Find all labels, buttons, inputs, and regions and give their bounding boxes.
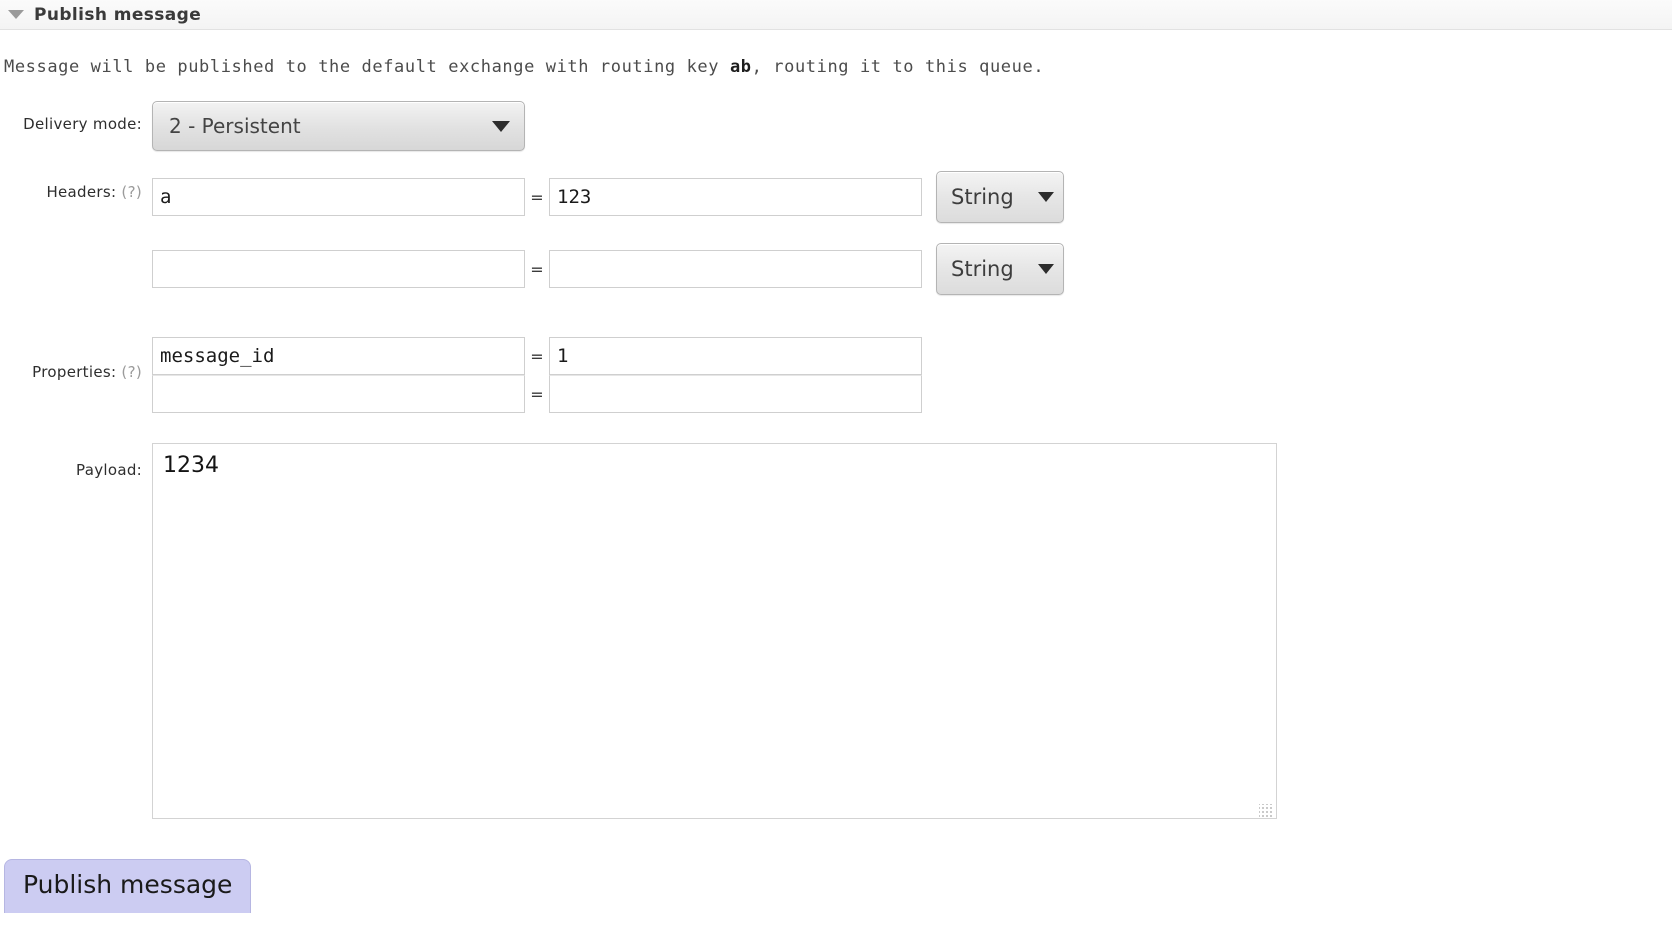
header-value-input-0[interactable] <box>549 178 922 216</box>
properties-help-icon[interactable]: (?) <box>121 363 142 381</box>
description-routing-key: ab <box>729 57 752 77</box>
description-suffix: , routing it to this queue. <box>751 57 1045 77</box>
header-value-input-1[interactable] <box>549 250 922 288</box>
headers-field-stack: = String = String <box>152 171 1064 295</box>
header-equals-0: = <box>530 187 544 207</box>
page-title: Publish message <box>34 4 202 25</box>
header-row: = String <box>152 243 1064 295</box>
payload-label: Payload: <box>76 461 142 479</box>
payload-textarea[interactable] <box>152 443 1277 819</box>
chevron-down-icon <box>492 120 510 132</box>
properties-field-stack: = = <box>152 337 922 413</box>
headers-label: Headers: (?) <box>0 171 152 201</box>
property-value-input-1[interactable] <box>549 375 922 413</box>
headers-help-icon[interactable]: (?) <box>121 183 142 201</box>
headers-row: Headers: (?) = String = String <box>0 171 1672 295</box>
publish-message-body: Message will be published to the default… <box>0 30 1672 913</box>
header-type-value-0: String <box>951 185 1014 209</box>
delivery-mode-row: Delivery mode: 2 - Persistent <box>0 101 1672 151</box>
delivery-mode-value: 2 - Persistent <box>169 114 301 138</box>
delivery-mode-label: Delivery mode: <box>23 115 142 133</box>
publish-message-form: Delivery mode: 2 - Persistent Headers: (… <box>0 101 1672 913</box>
header-type-select-0[interactable]: String <box>936 171 1064 223</box>
publish-description: Message will be published to the default… <box>0 30 1672 77</box>
property-equals-1: = <box>530 384 544 404</box>
property-equals-0: = <box>530 346 544 366</box>
property-row: = <box>152 337 922 375</box>
header-type-value-1: String <box>951 257 1014 281</box>
publish-message-section-header[interactable]: Publish message <box>0 0 1672 30</box>
properties-row: Properties: (?) = = <box>0 337 1672 413</box>
property-key-input-1[interactable] <box>152 375 525 413</box>
delivery-mode-select[interactable]: 2 - Persistent <box>152 101 525 151</box>
properties-label-text: Properties: <box>32 363 117 381</box>
publish-message-button[interactable]: Publish message <box>4 859 252 913</box>
header-row: = String <box>152 171 1064 223</box>
headers-label-text: Headers: <box>46 183 117 201</box>
publish-button-row: Publish message <box>0 859 1672 913</box>
header-key-input-0[interactable] <box>152 178 525 216</box>
header-key-input-1[interactable] <box>152 250 525 288</box>
header-equals-1: = <box>530 259 544 279</box>
property-row: = <box>152 375 922 413</box>
triangle-down-icon[interactable] <box>8 10 24 19</box>
chevron-down-icon <box>1038 192 1054 202</box>
description-prefix: Message will be published to the default… <box>4 57 730 77</box>
property-value-input-0[interactable] <box>549 337 922 375</box>
header-type-select-1[interactable]: String <box>936 243 1064 295</box>
payload-row: Payload: <box>0 443 1672 823</box>
property-key-input-0[interactable] <box>152 337 525 375</box>
payload-textarea-wrapper <box>152 443 1277 823</box>
properties-label: Properties: (?) <box>0 337 152 381</box>
chevron-down-icon <box>1038 264 1054 274</box>
